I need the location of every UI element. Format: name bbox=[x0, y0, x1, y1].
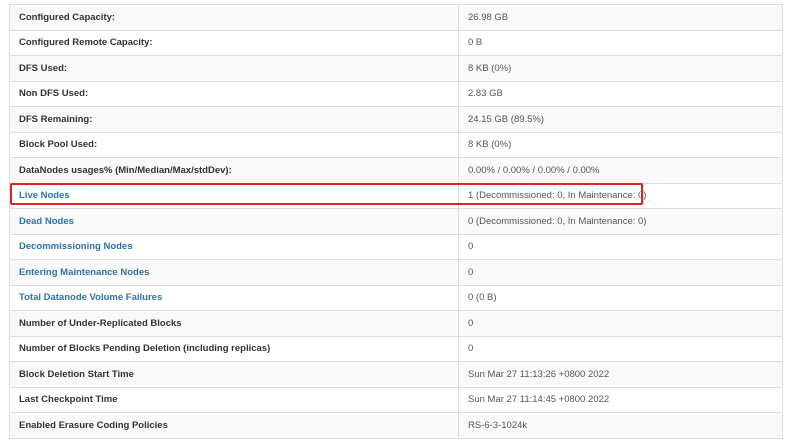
row-value-block-pool-used: 8 KB (0%) bbox=[458, 131, 783, 158]
row-label-blocks-pending-deletion: Number of Blocks Pending Deletion (inclu… bbox=[9, 335, 459, 362]
row-label-erasure-coding-policies: Enabled Erasure Coding Policies bbox=[9, 412, 459, 439]
table-row: Number of Under-Replicated Blocks 0 bbox=[9, 310, 783, 337]
table-row: Enabled Erasure Coding Policies RS-6-3-1… bbox=[9, 412, 783, 439]
row-value-erasure-coding-policies: RS-6-3-1024k bbox=[458, 412, 783, 439]
row-label-non-dfs-used: Non DFS Used: bbox=[9, 80, 459, 107]
row-value-total-volume-failures: 0 (0 B) bbox=[458, 284, 783, 311]
table-row: Non DFS Used: 2.83 GB bbox=[9, 80, 783, 107]
table-row: DFS Remaining: 24.15 GB (89.5%) bbox=[9, 106, 783, 133]
table-row: Decommissioning Nodes 0 bbox=[9, 233, 783, 260]
row-label-dfs-remaining: DFS Remaining: bbox=[9, 106, 459, 133]
row-value-last-checkpoint-time: Sun Mar 27 11:14:45 +0800 2022 bbox=[458, 386, 783, 413]
table-row: Dead Nodes 0 (Decommissioned: 0, In Main… bbox=[9, 208, 783, 235]
table-row: Block Deletion Start Time Sun Mar 27 11:… bbox=[9, 361, 783, 388]
row-label-configured-remote-capacity: Configured Remote Capacity: bbox=[9, 29, 459, 56]
decommissioning-nodes-link[interactable]: Decommissioning Nodes bbox=[19, 241, 133, 252]
entering-maintenance-nodes-link[interactable]: Entering Maintenance Nodes bbox=[19, 267, 149, 278]
row-value-blocks-pending-deletion: 0 bbox=[458, 335, 783, 362]
table-row: Entering Maintenance Nodes 0 bbox=[9, 259, 783, 286]
row-label-dead-nodes: Dead Nodes bbox=[9, 208, 459, 235]
table-row: Total Datanode Volume Failures 0 (0 B) bbox=[9, 284, 783, 311]
row-label-last-checkpoint-time: Last Checkpoint Time bbox=[9, 386, 459, 413]
row-label-datanodes-usages: DataNodes usages% (Min/Median/Max/stdDev… bbox=[9, 157, 459, 184]
row-value-datanodes-usages: 0.00% / 0.00% / 0.00% / 0.00% bbox=[458, 157, 783, 184]
table-row: Last Checkpoint Time Sun Mar 27 11:14:45… bbox=[9, 386, 783, 413]
row-label-entering-maintenance-nodes: Entering Maintenance Nodes bbox=[9, 259, 459, 286]
row-label-live-nodes: Live Nodes bbox=[9, 182, 459, 209]
table-row: Live Nodes 1 (Decommissioned: 0, In Main… bbox=[9, 182, 783, 209]
row-value-non-dfs-used: 2.83 GB bbox=[458, 80, 783, 107]
row-value-configured-remote-capacity: 0 B bbox=[458, 29, 783, 56]
row-value-block-deletion-start-time: Sun Mar 27 11:13:26 +0800 2022 bbox=[458, 361, 783, 388]
row-value-dead-nodes: 0 (Decommissioned: 0, In Maintenance: 0) bbox=[458, 208, 783, 235]
row-label-decommissioning-nodes: Decommissioning Nodes bbox=[9, 233, 459, 260]
table-row: Number of Blocks Pending Deletion (inclu… bbox=[9, 335, 783, 362]
row-value-dfs-remaining: 24.15 GB (89.5%) bbox=[458, 106, 783, 133]
row-label-block-pool-used: Block Pool Used: bbox=[9, 131, 459, 158]
row-value-decommissioning-nodes: 0 bbox=[458, 233, 783, 260]
row-value-under-replicated-blocks: 0 bbox=[458, 310, 783, 337]
row-value-configured-capacity: 26.98 GB bbox=[458, 4, 783, 31]
table-row: DataNodes usages% (Min/Median/Max/stdDev… bbox=[9, 157, 783, 184]
live-nodes-link[interactable]: Live Nodes bbox=[19, 190, 70, 201]
row-label-dfs-used: DFS Used: bbox=[9, 55, 459, 82]
table-row: DFS Used: 8 KB (0%) bbox=[9, 55, 783, 82]
table-row: Configured Capacity: 26.98 GB bbox=[9, 4, 783, 31]
cluster-summary-table: Configured Capacity: 26.98 GB Configured… bbox=[9, 4, 783, 439]
summary-table-body: Configured Capacity: 26.98 GB Configured… bbox=[9, 4, 783, 439]
dead-nodes-link[interactable]: Dead Nodes bbox=[19, 216, 74, 227]
row-value-entering-maintenance-nodes: 0 bbox=[458, 259, 783, 286]
row-label-under-replicated-blocks: Number of Under-Replicated Blocks bbox=[9, 310, 459, 337]
total-volume-failures-link[interactable]: Total Datanode Volume Failures bbox=[19, 292, 162, 303]
table-row: Block Pool Used: 8 KB (0%) bbox=[9, 131, 783, 158]
row-value-dfs-used: 8 KB (0%) bbox=[458, 55, 783, 82]
row-label-configured-capacity: Configured Capacity: bbox=[9, 4, 459, 31]
table-row: Configured Remote Capacity: 0 B bbox=[9, 29, 783, 56]
row-value-live-nodes: 1 (Decommissioned: 0, In Maintenance: 0) bbox=[458, 182, 783, 209]
row-label-block-deletion-start-time: Block Deletion Start Time bbox=[9, 361, 459, 388]
row-label-total-volume-failures: Total Datanode Volume Failures bbox=[9, 284, 459, 311]
